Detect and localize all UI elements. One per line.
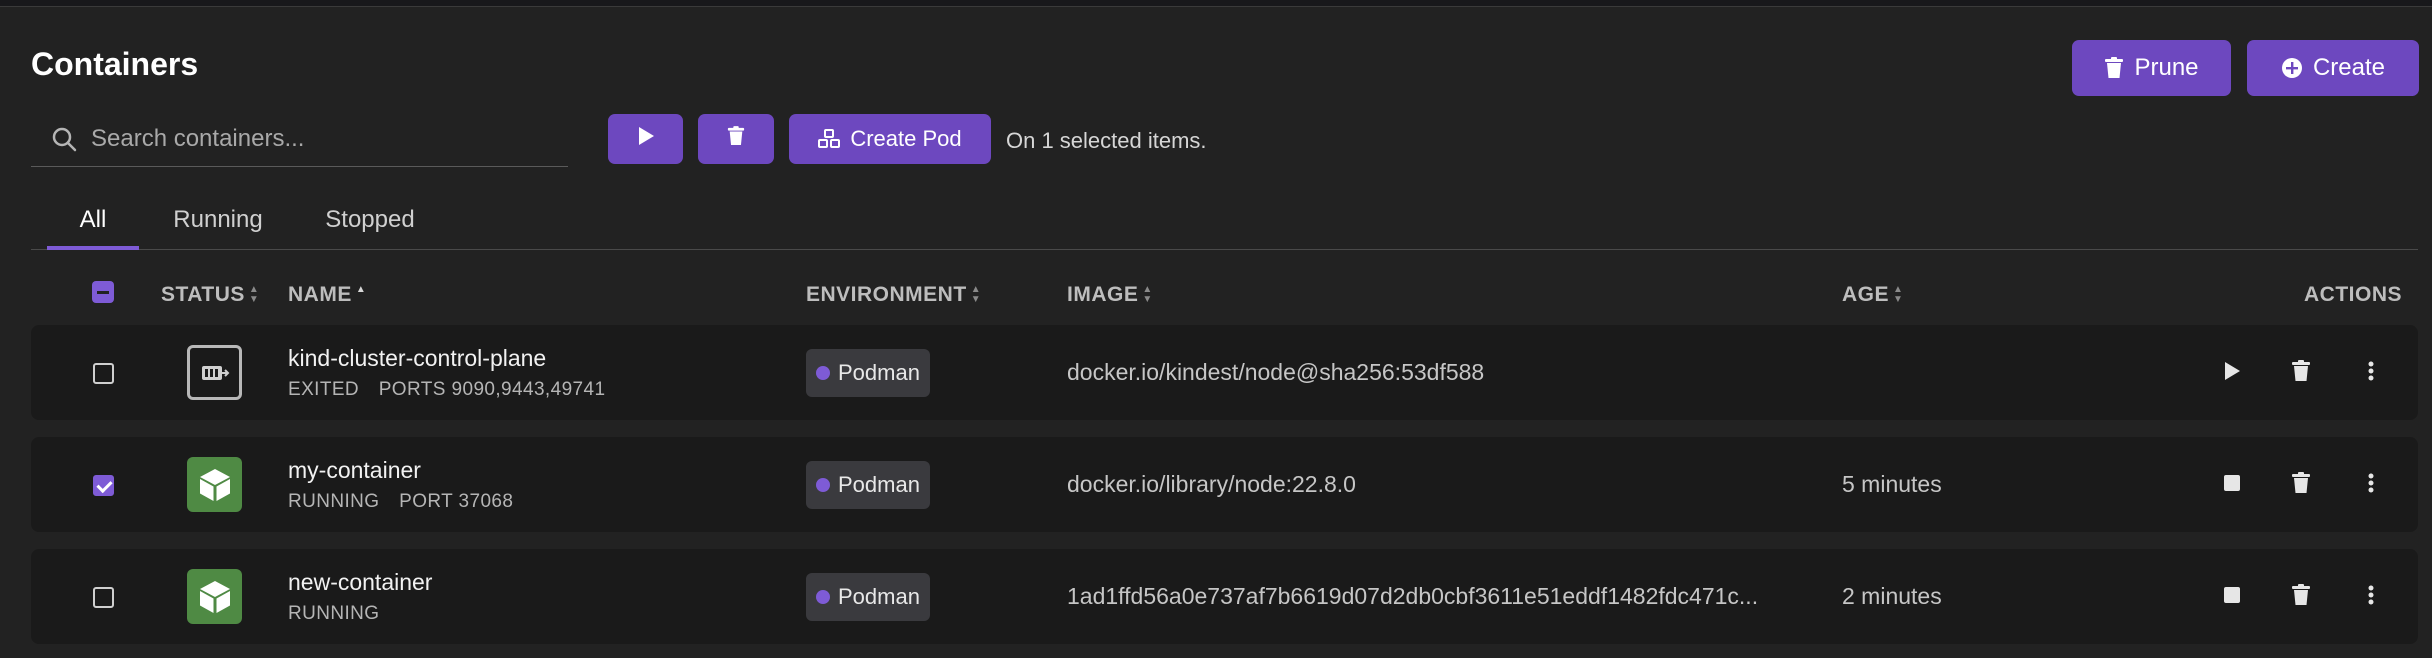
window-top-border — [0, 0, 2432, 7]
running-status-icon — [187, 569, 242, 624]
kebab-menu-icon — [2368, 473, 2374, 498]
tab-stopped[interactable]: Stopped — [310, 200, 430, 250]
search-box — [31, 112, 568, 167]
delete-container-button[interactable] — [2283, 579, 2319, 615]
plus-circle-icon — [2281, 57, 2303, 79]
container-image: 1ad1ffd56a0e737af7b6619d07d2db0cbf3611e5… — [1067, 583, 1759, 609]
container-image: docker.io/library/node:22.8.0 — [1067, 471, 1356, 497]
trash-icon — [2104, 57, 2124, 79]
create-pod-button[interactable]: Create Pod — [789, 114, 991, 164]
trash-icon — [2291, 359, 2311, 387]
container-status-text: RUNNING — [288, 491, 380, 512]
more-options-button[interactable] — [2353, 579, 2389, 615]
environment-label: Podman — [838, 360, 920, 385]
environment-label: Podman — [838, 584, 920, 609]
create-label: Create — [2312, 54, 2386, 81]
stop-icon — [2224, 474, 2240, 496]
column-actions: ACTIONS — [2304, 283, 2402, 307]
trash-icon — [2291, 471, 2311, 499]
column-age[interactable]: AGE ▲ ▼ — [1842, 283, 1903, 307]
prune-label: Prune — [2134, 54, 2199, 81]
container-name[interactable]: my-container — [288, 457, 421, 484]
environment-badge: Podman — [806, 573, 930, 621]
podman-dot-icon — [816, 366, 830, 380]
environment-badge: Podman — [806, 349, 930, 397]
selection-note: On 1 selected items. — [1006, 128, 1207, 153]
search-icon — [51, 126, 77, 152]
table-row[interactable]: my-container RUNNING PORT 37068 Podman d… — [31, 437, 2418, 532]
page-title: Containers — [31, 46, 199, 82]
tab-running[interactable]: Running — [158, 200, 278, 250]
environment-label: Podman — [838, 472, 920, 497]
pod-icon — [818, 129, 841, 149]
stop-container-button[interactable] — [2214, 467, 2250, 503]
container-ports: PORT 37068 — [399, 491, 514, 512]
kebab-menu-icon — [2368, 585, 2374, 610]
running-status-icon — [187, 457, 242, 512]
container-status-text: RUNNING — [288, 603, 380, 624]
stop-icon — [2224, 586, 2240, 608]
search-input[interactable] — [91, 125, 551, 153]
container-status-text: EXITED — [288, 379, 360, 400]
more-options-button[interactable] — [2353, 467, 2389, 503]
row-checkbox[interactable] — [93, 363, 114, 384]
column-status[interactable]: STATUS ▲ ▼ — [161, 283, 259, 307]
sort-icon: ▲ ▼ — [248, 284, 260, 305]
prune-button[interactable]: Prune — [2072, 40, 2231, 96]
container-age: 5 minutes — [1842, 471, 1942, 497]
container-meta: RUNNING — [288, 603, 379, 625]
column-environment-label: ENVIRONMENT — [806, 283, 967, 306]
podman-dot-icon — [816, 590, 830, 604]
sort-icon: ▲ ▼ — [970, 284, 982, 305]
column-name-label: NAME — [288, 283, 352, 306]
play-icon — [637, 125, 655, 153]
sort-ascending-icon: ▲▼ — [355, 284, 367, 295]
column-name[interactable]: NAME ▲▼ — [288, 283, 366, 307]
exited-status-icon — [187, 345, 242, 400]
table-row[interactable]: new-container RUNNING Podman 1ad1ffd56a0… — [31, 549, 2418, 644]
container-name[interactable]: new-container — [288, 569, 432, 596]
column-image-label: IMAGE — [1067, 283, 1139, 306]
container-age: 2 minutes — [1842, 583, 1942, 609]
row-checkbox[interactable] — [93, 475, 114, 496]
column-environment[interactable]: ENVIRONMENT ▲ ▼ — [806, 283, 981, 307]
create-button[interactable]: Create — [2247, 40, 2419, 96]
podman-dot-icon — [816, 478, 830, 492]
column-status-label: STATUS — [161, 283, 245, 306]
trash-icon — [727, 125, 745, 153]
trash-icon — [2291, 583, 2311, 611]
start-selected-button[interactable] — [608, 114, 683, 164]
sort-icon: ▲ ▼ — [1893, 284, 1904, 305]
start-container-button[interactable] — [2214, 355, 2250, 391]
create-pod-label: Create Pod — [850, 126, 962, 151]
container-name[interactable]: kind-cluster-control-plane — [288, 345, 546, 372]
column-age-label: AGE — [1842, 283, 1890, 306]
filter-tabs: All Running Stopped — [31, 200, 2418, 250]
delete-container-button[interactable] — [2283, 467, 2319, 503]
sort-icon: ▲ ▼ — [1142, 284, 1153, 305]
stop-container-button[interactable] — [2214, 579, 2250, 615]
row-checkbox[interactable] — [93, 587, 114, 608]
tab-all[interactable]: All — [47, 200, 139, 250]
delete-container-button[interactable] — [2283, 355, 2319, 391]
select-all-checkbox[interactable] — [92, 281, 114, 303]
container-image: docker.io/kindest/node@sha256:53df588 — [1067, 359, 1485, 385]
container-meta: EXITED PORTS 9090,9443,49741 — [288, 379, 605, 401]
table-row[interactable]: kind-cluster-control-plane EXITED PORTS … — [31, 325, 2418, 420]
delete-selected-button[interactable] — [698, 114, 774, 164]
container-meta: RUNNING PORT 37068 — [288, 491, 513, 513]
column-image[interactable]: IMAGE ▲ ▼ — [1067, 283, 1153, 307]
play-icon — [2223, 361, 2241, 386]
container-ports: PORTS 9090,9443,49741 — [378, 379, 606, 400]
kebab-menu-icon — [2368, 361, 2374, 386]
environment-badge: Podman — [806, 461, 930, 509]
column-actions-label: ACTIONS — [2304, 283, 2402, 306]
more-options-button[interactable] — [2353, 355, 2389, 391]
